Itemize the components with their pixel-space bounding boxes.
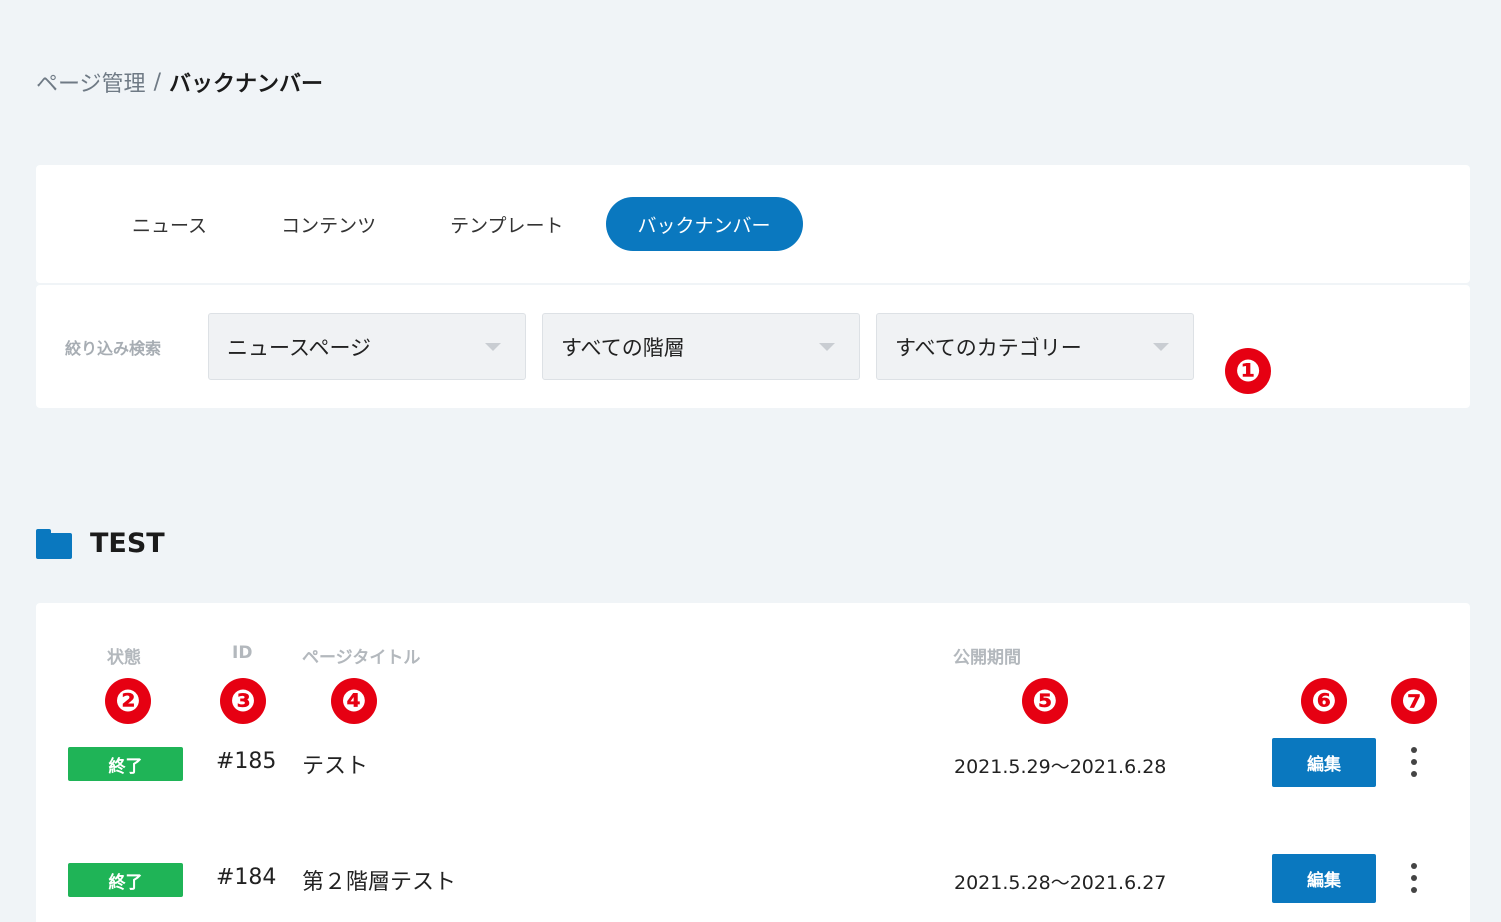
publish-period: 2021.5.28～2021.6.27 — [954, 872, 1167, 894]
edit-button[interactable]: 編集 — [1272, 854, 1376, 903]
status-badge: 終了 — [68, 863, 183, 897]
page-id: #184 — [216, 865, 277, 890]
annotation-marker-4: ❹ — [331, 678, 377, 724]
column-header-status: 状態 — [107, 648, 141, 668]
tab-bar: ニュース コンテンツ テンプレート バックナンバー — [36, 165, 1470, 283]
tab-back-number[interactable]: バックナンバー — [605, 197, 803, 251]
breadcrumb-current: バックナンバー — [168, 72, 323, 97]
annotation-marker-3: ❸ — [220, 678, 266, 724]
page-title: テスト — [302, 754, 369, 779]
more-options-icon[interactable] — [1404, 745, 1424, 779]
column-header-id: ID — [232, 643, 253, 663]
more-options-icon[interactable] — [1404, 861, 1424, 895]
page-title: 第２階層テスト — [302, 870, 457, 895]
level-select[interactable]: すべての階層 — [542, 313, 860, 380]
page-list: 状態 ID ページタイトル 公開期間 ❷ ❸ ❹ ❺ ❻ ❼ 終了 #185 テ… — [36, 603, 1470, 922]
annotation-marker-5: ❺ — [1022, 678, 1068, 724]
chevron-down-icon — [485, 343, 501, 351]
tab-template[interactable]: テンプレート — [418, 197, 595, 251]
chevron-down-icon — [819, 343, 835, 351]
level-select-value: すべての階層 — [561, 335, 685, 360]
filter-label: 絞り込み検索 — [65, 339, 162, 358]
annotation-marker-6: ❻ — [1301, 678, 1347, 724]
annotation-marker-1: ❶ — [1225, 348, 1271, 394]
category-select[interactable]: すべてのカテゴリー — [876, 313, 1194, 380]
edit-button[interactable]: 編集 — [1272, 738, 1376, 787]
column-header-period: 公開期間 — [953, 648, 1021, 668]
folder-icon — [36, 528, 72, 559]
page-type-select[interactable]: ニュースページ — [208, 313, 526, 380]
page-id: #185 — [216, 749, 277, 774]
column-header-title: ページタイトル — [302, 648, 421, 668]
chevron-down-icon — [1153, 343, 1169, 351]
breadcrumb-separator: / — [153, 69, 161, 95]
annotation-marker-2: ❷ — [105, 678, 151, 724]
publish-period: 2021.5.29～2021.6.28 — [954, 756, 1167, 778]
category-select-value: すべてのカテゴリー — [895, 335, 1082, 360]
page-type-select-value: ニュースページ — [227, 335, 372, 360]
annotation-marker-7: ❼ — [1391, 678, 1437, 724]
breadcrumb: ページ管理 / バックナンバー — [36, 66, 323, 98]
breadcrumb-parent-link[interactable]: ページ管理 — [36, 66, 146, 98]
status-badge: 終了 — [68, 747, 183, 781]
section-heading: TEST — [36, 528, 165, 559]
table-row: 終了 #184 第２階層テスト 2021.5.28～2021.6.27 編集 — [36, 849, 1470, 909]
tab-news[interactable]: ニュース — [100, 197, 239, 251]
table-row: 終了 #185 テスト 2021.5.29～2021.6.28 編集 — [36, 733, 1470, 793]
section-title: TEST — [90, 528, 165, 559]
tab-contents[interactable]: コンテンツ — [249, 197, 408, 251]
